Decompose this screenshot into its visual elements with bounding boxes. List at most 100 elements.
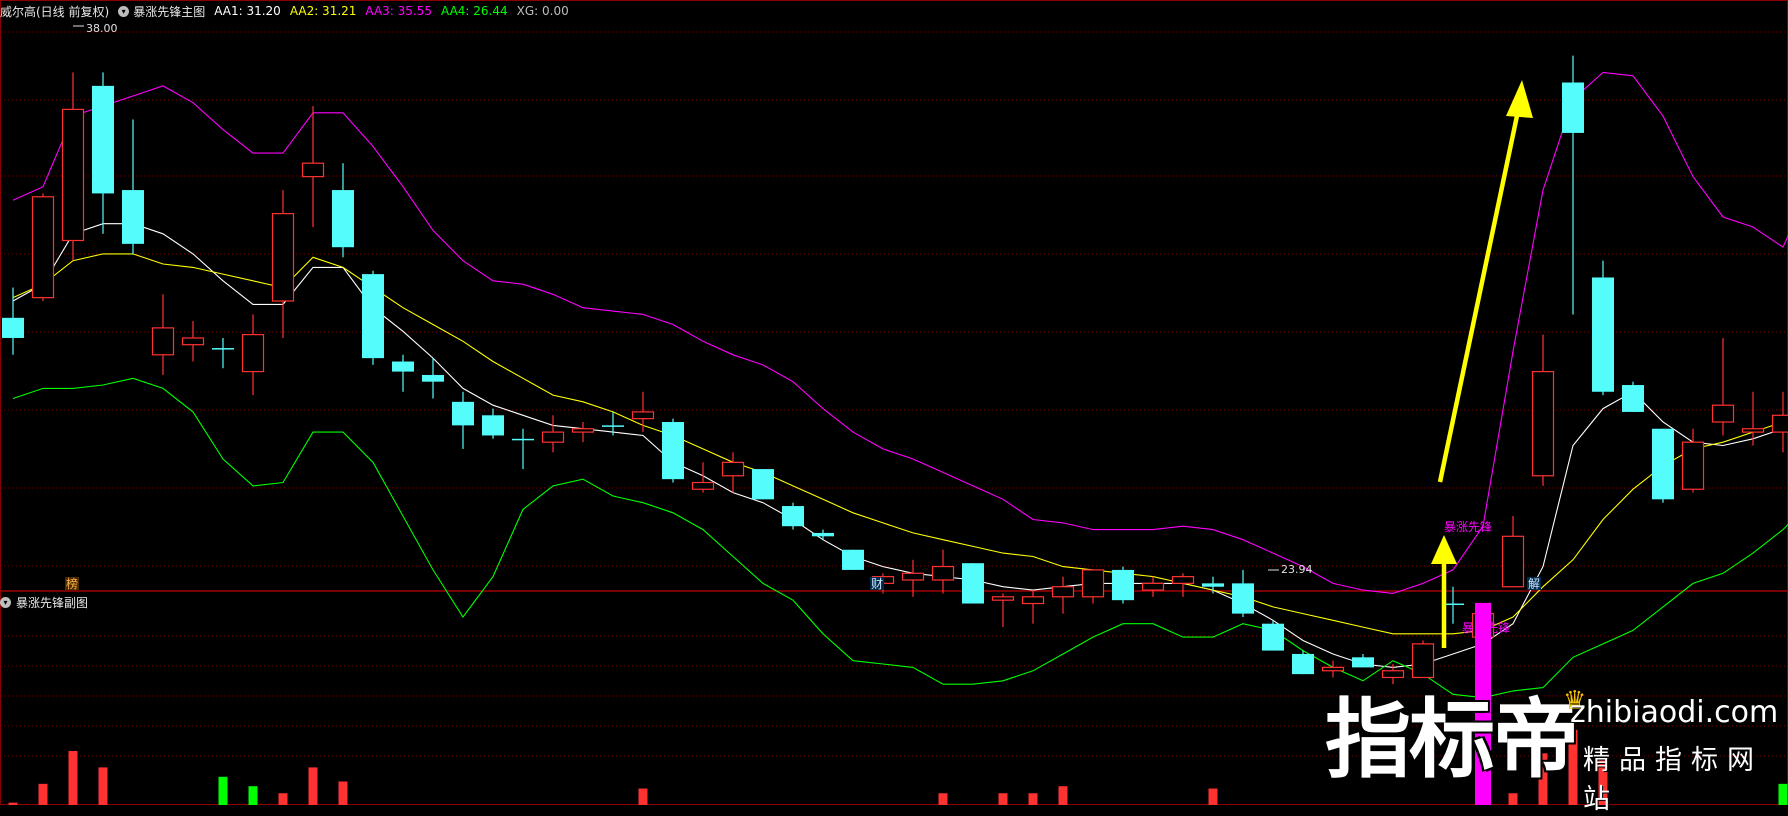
candle-body [362,274,384,358]
candle [63,72,84,260]
candle [962,563,984,603]
candle-body [1562,83,1584,133]
candle [1652,429,1674,503]
candle [1773,392,1788,453]
sub-chart-header: ▾ 暴涨先锋副图 [0,592,88,612]
candle-body [482,415,504,435]
volume-bar [69,751,78,805]
candle-body [273,214,294,301]
candle [273,190,294,338]
candle [933,550,954,594]
candle-body [153,328,174,355]
candle-body [1773,415,1788,432]
volume-bar [219,777,228,805]
series-line-aa3 [13,72,1788,593]
candle-body [1173,577,1194,584]
candle [812,530,834,540]
candle [1023,590,1044,624]
candle-body [512,439,534,441]
candle-body [693,483,714,490]
indicator-name[interactable]: 暴涨先锋主图 [133,3,205,20]
volume-bar [99,767,108,805]
candle [1112,567,1134,604]
arrow-up-shaft [1440,92,1522,482]
candle-body [782,506,804,526]
watermark-url: zhibiaodi.com [1570,695,1778,730]
candle-body [63,109,84,240]
candle [153,294,174,375]
candle [332,163,354,257]
sub-indicator-name[interactable]: 暴涨先锋副图 [16,594,88,611]
candle-body [33,197,54,298]
candle-body [1413,644,1434,678]
candle [573,422,594,442]
candle [1503,516,1524,587]
candle [1083,570,1104,604]
candle [633,392,654,432]
candle-body [1292,654,1314,674]
event-marker: 榜 [66,576,78,591]
candle-body [452,402,474,426]
candle-body [1352,657,1374,667]
candle [693,462,714,492]
watermark: 指标帝 ♛ zhibiaodi.com 精品指标网站 [1325,690,1780,800]
candle-body [212,348,234,350]
candle-body [1262,624,1284,651]
candle-body [842,550,864,570]
candle [1592,261,1614,395]
candle-body [2,318,24,338]
low-price-label: 23.94 [1281,563,1313,576]
high-price-label: 38.00 [86,22,118,35]
candle [392,355,414,392]
candle-body [1053,587,1074,597]
candle-body [303,163,324,176]
chart-stage[interactable]: 38.0023.94榜财解暴涨先锋暴涨先锋 威尔高(日线 前复权) ▾ 暴涨先锋… [0,0,1788,805]
stock-title[interactable]: 威尔高(日线 前复权) [0,3,109,20]
candle [752,469,774,499]
candle-body [1652,429,1674,500]
candle-body [1683,442,1704,489]
chevron-down-icon[interactable]: ▾ [0,597,11,608]
candle [422,358,444,398]
candle-body [662,422,684,479]
candle-body [1323,667,1344,670]
volume-bar [39,784,48,805]
candle-body [903,573,924,580]
candle-body [1143,583,1164,590]
volume-bar [1029,793,1038,805]
candle-body [573,429,594,432]
volume-bar [339,782,348,806]
candle-body [993,597,1014,600]
watermark-tagline: 精品指标网站 [1583,738,1780,816]
candle [512,429,534,469]
candle-body [1622,385,1644,412]
candle [1683,429,1704,493]
main-chart-header: 威尔高(日线 前复权) ▾ 暴涨先锋主图 AA1: 31.20 AA2: 31.… [0,0,569,22]
candle [842,550,864,570]
candle [92,72,114,233]
candle-body [92,86,114,194]
event-marker: 解 [1528,577,1540,591]
candle-body [1202,583,1224,586]
volume-bar [1059,786,1068,805]
volume-bar [999,793,1008,805]
candle [1713,338,1734,435]
candle [1292,651,1314,675]
signal-label-main: 暴涨先锋 [1444,519,1492,534]
candle-body [122,190,144,244]
event-marker: 财 [871,577,883,591]
candle [183,321,204,361]
candle [243,314,264,395]
candle [723,452,744,492]
candle [212,338,234,368]
candle [1053,577,1074,614]
chevron-down-icon[interactable]: ▾ [118,6,129,17]
candle [1232,570,1254,617]
candle-body [183,338,204,345]
candle [993,593,1014,627]
candle-body [812,533,834,536]
candle-body [332,190,354,247]
candle-body [1743,429,1764,432]
main-chart[interactable]: 38.0023.94榜财解暴涨先锋暴涨先锋 [0,0,1788,805]
candle-body [723,462,744,475]
